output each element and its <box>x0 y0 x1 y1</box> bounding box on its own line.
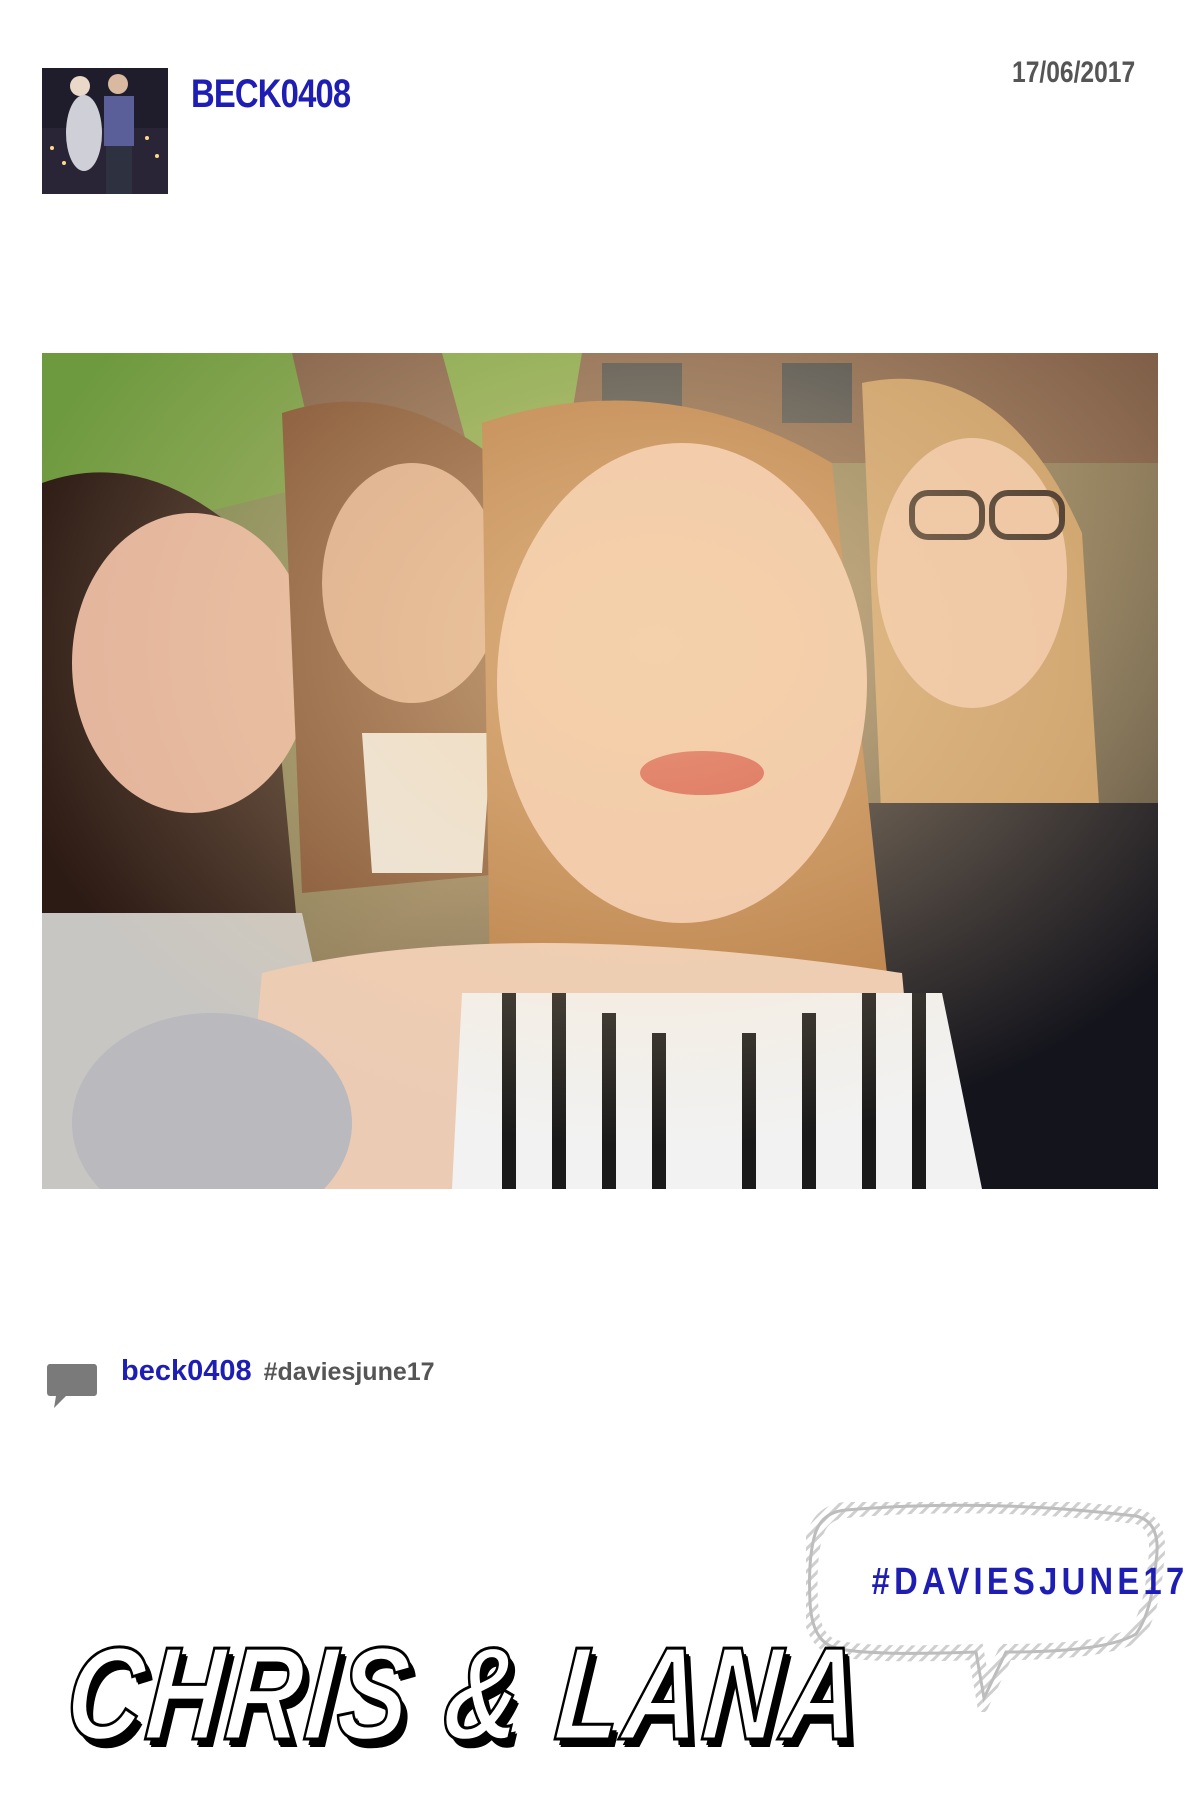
author-avatar[interactable] <box>42 68 168 194</box>
caption-username[interactable]: beck0408 <box>121 1355 252 1387</box>
caption-hashtag[interactable]: #daviesjune17 <box>264 1358 435 1386</box>
post-author[interactable]: BECK0408 <box>191 72 351 117</box>
post-photo <box>42 353 1158 1189</box>
couple-names-title: CHRIS & LANA <box>60 1619 870 1769</box>
post-date: 17/06/2017 <box>1011 56 1135 89</box>
comment-bubble-icon[interactable] <box>46 1362 98 1410</box>
event-hashtag: #DAVIESJUNE17 <box>871 1561 1189 1603</box>
post-caption: beck0408 #daviesjune17 <box>121 1355 435 1388</box>
